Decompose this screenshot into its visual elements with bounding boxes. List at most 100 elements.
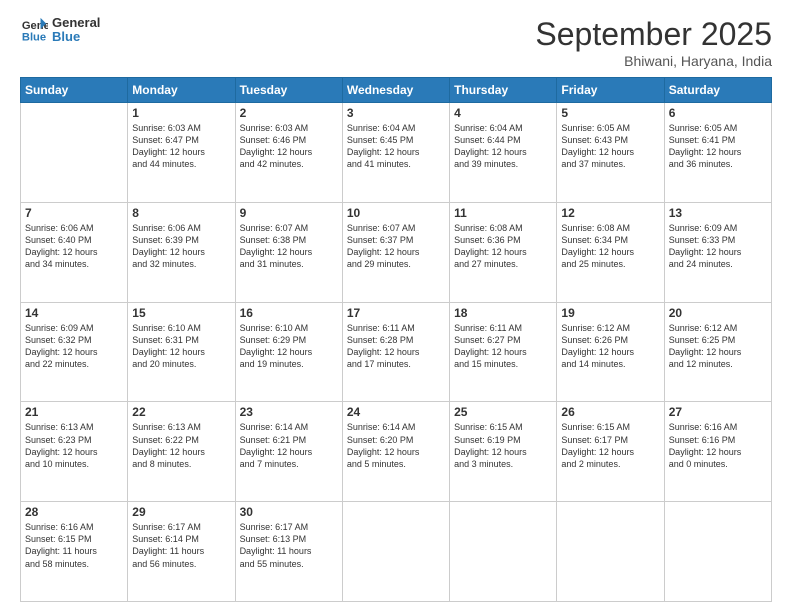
day-info: Sunrise: 6:14 AM Sunset: 6:20 PM Dayligh… <box>347 421 445 470</box>
day-info: Sunrise: 6:06 AM Sunset: 6:40 PM Dayligh… <box>25 222 123 271</box>
day-info: Sunrise: 6:05 AM Sunset: 6:43 PM Dayligh… <box>561 122 659 171</box>
column-header-friday: Friday <box>557 78 664 103</box>
calendar-week-row-5: 28 Sunrise: 6:16 AM Sunset: 6:15 PM Dayli… <box>21 502 772 602</box>
day-info: Sunrise: 6:09 AM Sunset: 6:33 PM Dayligh… <box>669 222 767 271</box>
logo-icon: General Blue <box>20 16 48 44</box>
day-number: 28 <box>25 505 123 519</box>
calendar-cell: 29 Sunrise: 6:17 AM Sunset: 6:14 PM Dayli… <box>128 502 235 602</box>
calendar-cell <box>21 103 128 203</box>
calendar-cell: 21 Sunrise: 6:13 AM Sunset: 6:23 PM Dayli… <box>21 402 128 502</box>
day-info: Sunrise: 6:13 AM Sunset: 6:23 PM Dayligh… <box>25 421 123 470</box>
calendar-header-row: SundayMondayTuesdayWednesdayThursdayFrid… <box>21 78 772 103</box>
calendar-cell: 13 Sunrise: 6:09 AM Sunset: 6:33 PM Dayli… <box>664 202 771 302</box>
day-number: 12 <box>561 206 659 220</box>
title-block: September 2025 Bhiwani, Haryana, India <box>535 16 772 69</box>
calendar-cell: 17 Sunrise: 6:11 AM Sunset: 6:28 PM Dayli… <box>342 302 449 402</box>
day-info: Sunrise: 6:14 AM Sunset: 6:21 PM Dayligh… <box>240 421 338 470</box>
day-info: Sunrise: 6:12 AM Sunset: 6:25 PM Dayligh… <box>669 322 767 371</box>
calendar-cell: 24 Sunrise: 6:14 AM Sunset: 6:20 PM Dayli… <box>342 402 449 502</box>
day-number: 29 <box>132 505 230 519</box>
calendar-cell: 10 Sunrise: 6:07 AM Sunset: 6:37 PM Dayli… <box>342 202 449 302</box>
calendar-cell: 30 Sunrise: 6:17 AM Sunset: 6:13 PM Dayli… <box>235 502 342 602</box>
day-info: Sunrise: 6:06 AM Sunset: 6:39 PM Dayligh… <box>132 222 230 271</box>
day-info: Sunrise: 6:15 AM Sunset: 6:17 PM Dayligh… <box>561 421 659 470</box>
day-info: Sunrise: 6:17 AM Sunset: 6:13 PM Dayligh… <box>240 521 338 570</box>
day-info: Sunrise: 6:09 AM Sunset: 6:32 PM Dayligh… <box>25 322 123 371</box>
calendar-cell: 1 Sunrise: 6:03 AM Sunset: 6:47 PM Daylig… <box>128 103 235 203</box>
day-number: 4 <box>454 106 552 120</box>
calendar-cell <box>557 502 664 602</box>
day-info: Sunrise: 6:10 AM Sunset: 6:31 PM Dayligh… <box>132 322 230 371</box>
day-info: Sunrise: 6:04 AM Sunset: 6:45 PM Dayligh… <box>347 122 445 171</box>
logo-text-blue: Blue <box>52 30 100 44</box>
day-number: 15 <box>132 306 230 320</box>
day-info: Sunrise: 6:11 AM Sunset: 6:27 PM Dayligh… <box>454 322 552 371</box>
day-info: Sunrise: 6:15 AM Sunset: 6:19 PM Dayligh… <box>454 421 552 470</box>
day-number: 6 <box>669 106 767 120</box>
calendar-cell: 15 Sunrise: 6:10 AM Sunset: 6:31 PM Dayli… <box>128 302 235 402</box>
calendar-cell <box>450 502 557 602</box>
calendar-cell: 14 Sunrise: 6:09 AM Sunset: 6:32 PM Dayli… <box>21 302 128 402</box>
calendar-cell: 5Sunrise: 6:05 AM Sunset: 6:43 PM Daylig… <box>557 103 664 203</box>
calendar-cell: 26 Sunrise: 6:15 AM Sunset: 6:17 PM Dayli… <box>557 402 664 502</box>
day-info: Sunrise: 6:10 AM Sunset: 6:29 PM Dayligh… <box>240 322 338 371</box>
day-number: 20 <box>669 306 767 320</box>
day-info: Sunrise: 6:07 AM Sunset: 6:37 PM Dayligh… <box>347 222 445 271</box>
calendar-week-row-2: 7 Sunrise: 6:06 AM Sunset: 6:40 PM Daylig… <box>21 202 772 302</box>
day-number: 1 <box>132 106 230 120</box>
column-header-tuesday: Tuesday <box>235 78 342 103</box>
day-number: 26 <box>561 405 659 419</box>
calendar-cell: 28 Sunrise: 6:16 AM Sunset: 6:15 PM Dayli… <box>21 502 128 602</box>
calendar-cell: 12Sunrise: 6:08 AM Sunset: 6:34 PM Dayli… <box>557 202 664 302</box>
day-number: 17 <box>347 306 445 320</box>
calendar-cell: 7 Sunrise: 6:06 AM Sunset: 6:40 PM Daylig… <box>21 202 128 302</box>
day-info: Sunrise: 6:16 AM Sunset: 6:16 PM Dayligh… <box>669 421 767 470</box>
day-number: 18 <box>454 306 552 320</box>
calendar-cell: 22Sunrise: 6:13 AM Sunset: 6:22 PM Dayli… <box>128 402 235 502</box>
day-number: 7 <box>25 206 123 220</box>
calendar-cell: 4 Sunrise: 6:04 AM Sunset: 6:44 PM Daylig… <box>450 103 557 203</box>
svg-text:Blue: Blue <box>22 32 46 44</box>
logo-text-general: General <box>52 16 100 30</box>
day-number: 25 <box>454 405 552 419</box>
calendar-cell: 27 Sunrise: 6:16 AM Sunset: 6:16 PM Dayli… <box>664 402 771 502</box>
day-info: Sunrise: 6:07 AM Sunset: 6:38 PM Dayligh… <box>240 222 338 271</box>
calendar-cell: 25 Sunrise: 6:15 AM Sunset: 6:19 PM Dayli… <box>450 402 557 502</box>
day-number: 24 <box>347 405 445 419</box>
day-number: 27 <box>669 405 767 419</box>
day-number: 13 <box>669 206 767 220</box>
column-header-saturday: Saturday <box>664 78 771 103</box>
day-number: 3 <box>347 106 445 120</box>
column-header-monday: Monday <box>128 78 235 103</box>
day-number: 19 <box>561 306 659 320</box>
day-info: Sunrise: 6:16 AM Sunset: 6:15 PM Dayligh… <box>25 521 123 570</box>
calendar-cell: 23 Sunrise: 6:14 AM Sunset: 6:21 PM Dayli… <box>235 402 342 502</box>
calendar-week-row-1: 1 Sunrise: 6:03 AM Sunset: 6:47 PM Daylig… <box>21 103 772 203</box>
calendar-cell: 6 Sunrise: 6:05 AM Sunset: 6:41 PM Daylig… <box>664 103 771 203</box>
header: General Blue General Blue September 2025… <box>20 16 772 69</box>
day-number: 23 <box>240 405 338 419</box>
day-number: 30 <box>240 505 338 519</box>
logo: General Blue General Blue <box>20 16 100 45</box>
column-header-sunday: Sunday <box>21 78 128 103</box>
calendar-cell: 16Sunrise: 6:10 AM Sunset: 6:29 PM Dayli… <box>235 302 342 402</box>
calendar-cell: 9 Sunrise: 6:07 AM Sunset: 6:38 PM Daylig… <box>235 202 342 302</box>
day-number: 9 <box>240 206 338 220</box>
day-number: 10 <box>347 206 445 220</box>
day-info: Sunrise: 6:05 AM Sunset: 6:41 PM Dayligh… <box>669 122 767 171</box>
column-header-wednesday: Wednesday <box>342 78 449 103</box>
day-number: 21 <box>25 405 123 419</box>
day-number: 14 <box>25 306 123 320</box>
calendar-cell: 19 Sunrise: 6:12 AM Sunset: 6:26 PM Dayli… <box>557 302 664 402</box>
calendar-table: SundayMondayTuesdayWednesdayThursdayFrid… <box>20 77 772 602</box>
day-info: Sunrise: 6:03 AM Sunset: 6:46 PM Dayligh… <box>240 122 338 171</box>
calendar-cell: 11Sunrise: 6:08 AM Sunset: 6:36 PM Dayli… <box>450 202 557 302</box>
calendar-cell <box>664 502 771 602</box>
day-info: Sunrise: 6:04 AM Sunset: 6:44 PM Dayligh… <box>454 122 552 171</box>
day-info: Sunrise: 6:03 AM Sunset: 6:47 PM Dayligh… <box>132 122 230 171</box>
day-number: 22 <box>132 405 230 419</box>
column-header-thursday: Thursday <box>450 78 557 103</box>
day-info: Sunrise: 6:12 AM Sunset: 6:26 PM Dayligh… <box>561 322 659 371</box>
day-info: Sunrise: 6:11 AM Sunset: 6:28 PM Dayligh… <box>347 322 445 371</box>
day-info: Sunrise: 6:17 AM Sunset: 6:14 PM Dayligh… <box>132 521 230 570</box>
